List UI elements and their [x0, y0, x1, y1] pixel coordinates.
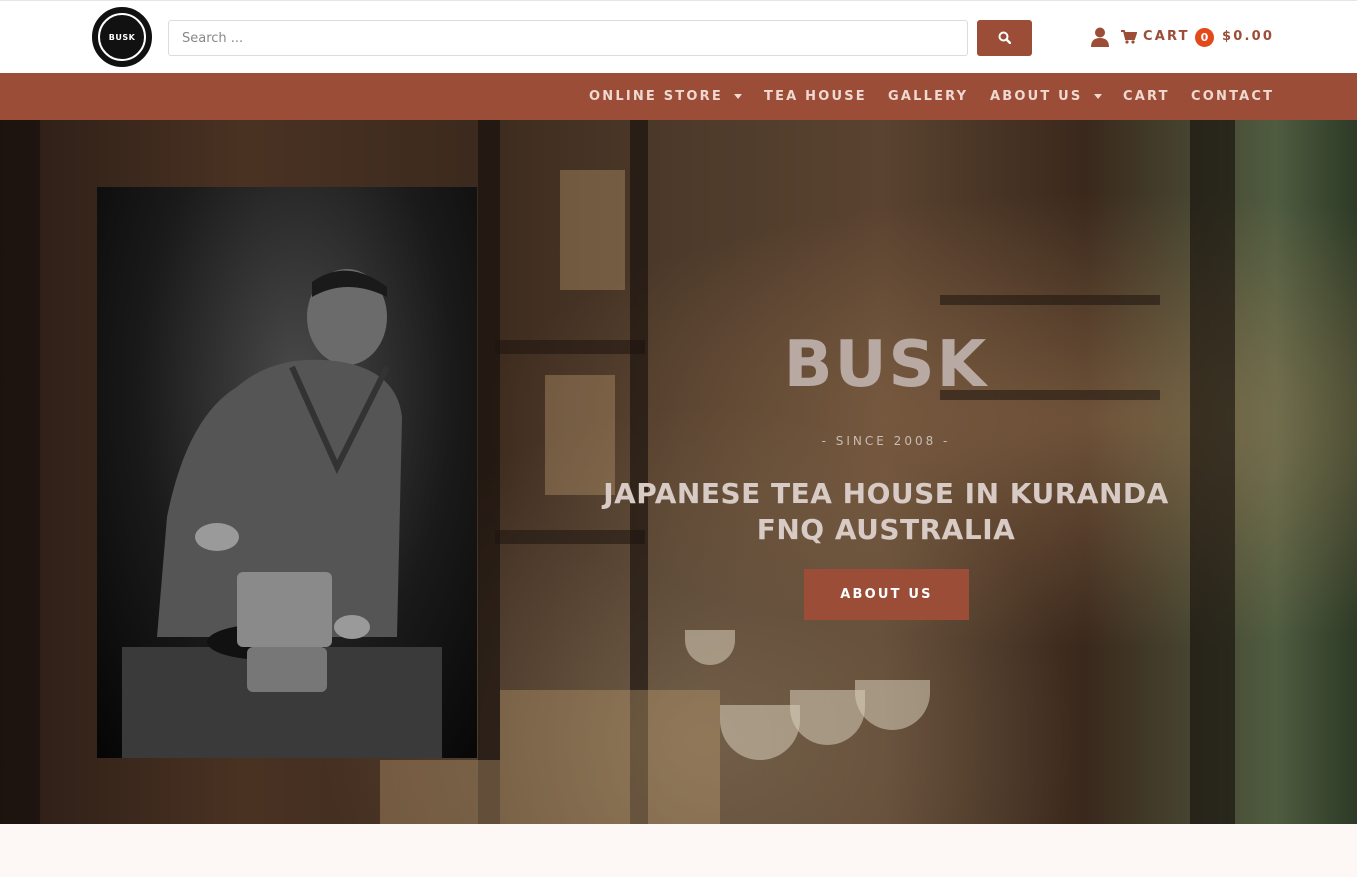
- busk-logo[interactable]: BUSK: [92, 7, 152, 67]
- hero-since-text: - SINCE 2008 -: [821, 434, 951, 448]
- hero-bg-bowl: [790, 690, 865, 745]
- nav-item-about-us[interactable]: ABOUT US: [990, 89, 1083, 104]
- about-us-button[interactable]: ABOUT US: [804, 569, 969, 620]
- hero-bg-shelf: [940, 295, 1160, 305]
- search-icon: [998, 31, 1011, 44]
- nav-item-gallery[interactable]: GALLERY: [888, 89, 968, 104]
- hero-bg-post: [1190, 120, 1235, 824]
- site-header: BUSK CART 0 $0.00: [0, 0, 1357, 73]
- search-button[interactable]: [977, 20, 1032, 56]
- user-icon[interactable]: [1091, 27, 1109, 47]
- logo-text: BUSK: [108, 33, 136, 42]
- hero-title: BUSK: [783, 328, 989, 402]
- search-input[interactable]: [168, 20, 968, 56]
- hero-subtitle-line2: FNQ AUSTRALIA: [756, 513, 1016, 546]
- tea-master-figure: [122, 269, 442, 758]
- hero-bg-tea-package: [500, 690, 720, 824]
- nav-item-online-store[interactable]: ONLINE STORE: [589, 89, 723, 104]
- hero-bg-bowl: [855, 680, 930, 730]
- hero-bg-bowl: [720, 705, 800, 760]
- logo-emblem: BUSK: [98, 13, 146, 61]
- hero-banner: BUSK - SINCE 2008 - JAPANESE TEA HOUSE I…: [0, 120, 1357, 824]
- cart-count-badge: 0: [1195, 28, 1214, 47]
- hero-bg-bowl: [685, 630, 735, 665]
- chevron-down-icon[interactable]: [734, 94, 742, 99]
- nav-item-contact[interactable]: CONTACT: [1191, 89, 1274, 104]
- cart-link[interactable]: CART: [1143, 29, 1190, 44]
- hero-bg-post: [478, 120, 500, 824]
- hero-bg-shelf: [495, 340, 645, 354]
- hero-bg-tea-package: [380, 760, 500, 824]
- hero-subtitle: JAPANESE TEA HOUSE IN KURANDA FNQ AUSTRA…: [586, 476, 1186, 548]
- hero-subtitle-line1: JAPANESE TEA HOUSE IN KURANDA: [603, 477, 1169, 510]
- hero-bg-post: [0, 120, 40, 824]
- main-nav: ONLINE STORE TEA HOUSE GALLERY ABOUT US …: [0, 73, 1357, 120]
- tea-master-photo: [97, 187, 477, 758]
- cart-icon[interactable]: [1121, 30, 1137, 44]
- nav-item-cart[interactable]: CART: [1123, 89, 1170, 104]
- chevron-down-icon[interactable]: [1094, 94, 1102, 99]
- hero-bg-tea-package: [560, 170, 625, 290]
- nav-item-tea-house[interactable]: TEA HOUSE: [764, 89, 867, 104]
- cart-total[interactable]: $0.00: [1222, 29, 1274, 44]
